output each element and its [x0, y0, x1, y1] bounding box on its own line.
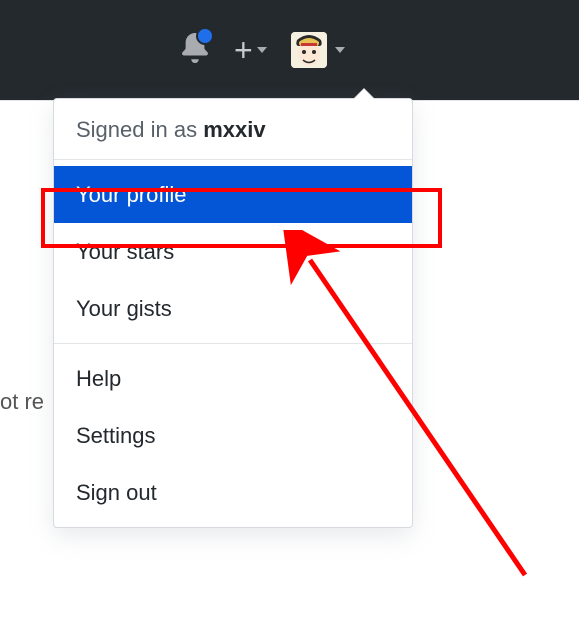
menu-item-help[interactable]: Help — [54, 350, 412, 407]
menu-item-your-stars[interactable]: Your stars — [54, 223, 412, 280]
caret-down-icon — [257, 47, 267, 53]
menu-group-account: Help Settings Sign out — [54, 344, 412, 527]
background-text-fragment: ot re — [0, 389, 44, 415]
user-dropdown-menu: Signed in as mxxiv Your profile Your sta… — [53, 98, 413, 528]
user-menu-button[interactable] — [291, 32, 345, 68]
top-header: + — [0, 0, 579, 100]
notification-dot-icon — [196, 27, 214, 45]
menu-item-sign-out[interactable]: Sign out — [54, 464, 412, 521]
caret-down-icon — [335, 47, 345, 53]
menu-item-your-profile[interactable]: Your profile — [54, 166, 412, 223]
create-new-button[interactable]: + — [234, 34, 267, 66]
avatar — [291, 32, 327, 68]
dropdown-signed-in-as: Signed in as mxxiv — [54, 99, 412, 159]
header-actions: + — [180, 32, 345, 68]
notifications-button[interactable] — [180, 33, 210, 68]
signed-in-prefix: Signed in as — [76, 117, 203, 142]
plus-icon: + — [234, 34, 253, 66]
menu-item-settings[interactable]: Settings — [54, 407, 412, 464]
menu-item-your-gists[interactable]: Your gists — [54, 280, 412, 337]
menu-group-profile: Your profile Your stars Your gists — [54, 160, 412, 343]
username: mxxiv — [203, 117, 265, 142]
